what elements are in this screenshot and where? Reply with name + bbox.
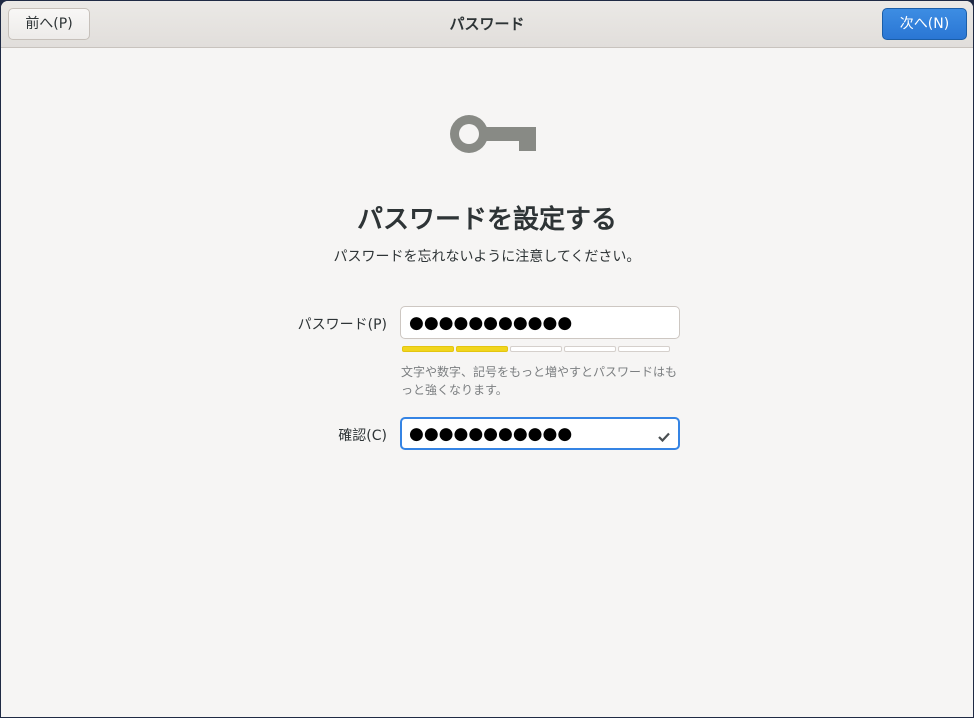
password-hint: 文字や数字、記号をもっと増やすとパスワードはもっと強くなります。 xyxy=(401,365,678,397)
password-field[interactable]: ●●●●●●●●●●● xyxy=(400,306,680,339)
page-subtitle: パスワードを忘れないように注意してください。 xyxy=(333,249,641,265)
checkmark-icon xyxy=(658,427,670,446)
confirm-value: ●●●●●●●●●●● xyxy=(409,424,573,444)
next-button[interactable]: 次へ(N) xyxy=(882,8,967,40)
password-strength-meter xyxy=(400,346,681,354)
password-value: ●●●●●●●●●●● xyxy=(409,313,573,333)
strength-segment xyxy=(402,346,454,352)
window-title: パスワード xyxy=(449,15,525,33)
strength-segment xyxy=(618,346,670,352)
setup-window: 前へ(P) パスワード 次へ(N) パスワードを設定する パスワードを忘れないよ… xyxy=(1,1,973,717)
confirm-password-field[interactable]: ●●●●●●●●●●● xyxy=(400,417,680,450)
strength-segment xyxy=(456,346,508,352)
page-title: パスワードを設定する xyxy=(356,205,617,235)
strength-segment xyxy=(564,346,616,352)
strength-segment xyxy=(510,346,562,352)
key-icon xyxy=(445,111,537,163)
header-bar: 前へ(P) パスワード 次へ(N) xyxy=(1,1,973,48)
confirm-label: 確認(C) xyxy=(338,428,387,444)
password-label: パスワード(P) xyxy=(297,317,387,333)
